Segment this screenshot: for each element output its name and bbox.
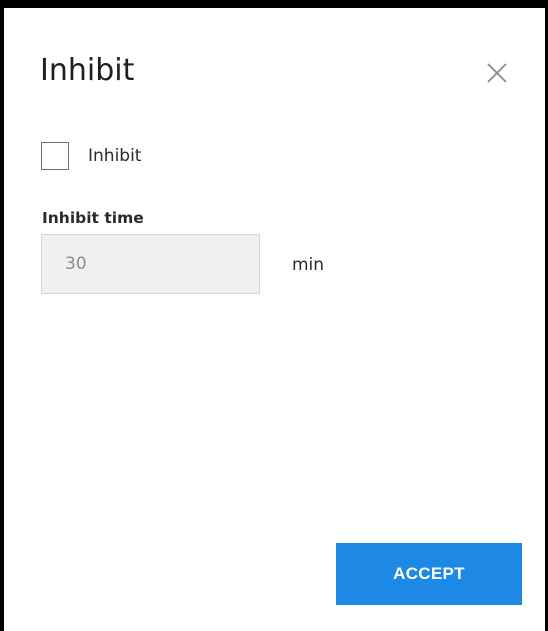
inhibit-time-label: Inhibit time <box>42 209 144 227</box>
inhibit-checkbox-label: Inhibit <box>88 145 142 166</box>
close-icon <box>487 63 507 83</box>
inhibit-time-unit: min <box>292 255 325 275</box>
inhibit-dialog: Inhibit Inhibit Inhibit time min ACCEPT <box>4 8 545 631</box>
inhibit-time-input[interactable] <box>41 234 260 294</box>
close-button[interactable] <box>484 60 510 86</box>
inhibit-checkbox-row[interactable]: Inhibit <box>41 138 141 173</box>
inhibit-checkbox[interactable] <box>41 141 69 170</box>
screenshot-frame: Inhibit Inhibit Inhibit time min ACCEPT <box>0 0 548 631</box>
dialog-title: Inhibit <box>40 53 135 88</box>
accept-button[interactable]: ACCEPT <box>336 543 522 605</box>
top-border <box>0 0 548 8</box>
